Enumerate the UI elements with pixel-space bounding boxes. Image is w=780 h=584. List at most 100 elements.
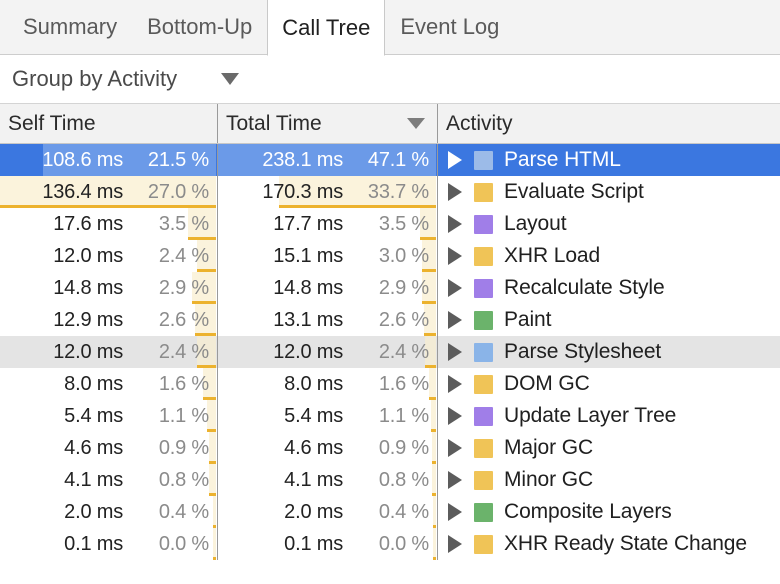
total-time-ms: 170.3 ms (262, 181, 343, 204)
total-time-percent: 2.6 % (343, 309, 429, 332)
self-time-cell: 17.6 ms3.5 % (0, 208, 218, 240)
column-header-activity-label: Activity (446, 112, 513, 136)
self-time-values: 0.1 ms0.0 % (0, 533, 217, 556)
column-header-self-time[interactable]: Self Time (0, 104, 218, 143)
expand-triangle-icon[interactable] (448, 343, 462, 361)
activity-label: Layout (504, 212, 566, 236)
total-time-ms: 238.1 ms (262, 149, 343, 172)
column-header-activity[interactable]: Activity (438, 104, 780, 143)
activity-content: XHR Ready State Change (438, 532, 780, 556)
activity-cell: Minor GC (438, 464, 780, 496)
expand-triangle-icon[interactable] (448, 375, 462, 393)
self-time-ms: 17.6 ms (53, 213, 123, 236)
table-row[interactable]: 136.4 ms27.0 %170.3 ms33.7 %Evaluate Scr… (0, 176, 780, 208)
activity-cell: DOM GC (438, 368, 780, 400)
activity-cell: Major GC (438, 432, 780, 464)
self-time-values: 12.9 ms2.6 % (0, 309, 217, 332)
total-time-values: 4.1 ms0.8 % (218, 469, 437, 492)
total-time-percent: 2.9 % (343, 277, 429, 300)
total-time-percent: 1.6 % (343, 373, 429, 396)
self-time-cell: 12.0 ms2.4 % (0, 240, 218, 272)
total-time-percent: 0.8 % (343, 469, 429, 492)
total-time-cell: 14.8 ms2.9 % (218, 272, 438, 304)
expand-triangle-icon[interactable] (448, 503, 462, 521)
self-time-cell: 136.4 ms27.0 % (0, 176, 218, 208)
tab-event-log[interactable]: Event Log (385, 0, 514, 55)
table-row[interactable]: 12.9 ms2.6 %13.1 ms2.6 %Paint (0, 304, 780, 336)
expand-triangle-icon[interactable] (448, 439, 462, 457)
column-header-total-time[interactable]: Total Time (218, 104, 438, 143)
activity-cell: Evaluate Script (438, 176, 780, 208)
activity-content: Paint (438, 308, 780, 332)
expand-triangle-icon[interactable] (448, 247, 462, 265)
total-time-cell: 12.0 ms2.4 % (218, 336, 438, 368)
total-time-values: 238.1 ms47.1 % (218, 149, 437, 172)
table-row[interactable]: 4.1 ms0.8 %4.1 ms0.8 %Minor GC (0, 464, 780, 496)
self-time-percent: 0.4 % (123, 501, 209, 524)
chevron-down-icon (221, 73, 239, 85)
table-row[interactable]: 14.8 ms2.9 %14.8 ms2.9 %Recalculate Styl… (0, 272, 780, 304)
table-row[interactable]: 2.0 ms0.4 %2.0 ms0.4 %Composite Layers (0, 496, 780, 528)
total-time-cell: 13.1 ms2.6 % (218, 304, 438, 336)
total-time-ms: 5.4 ms (284, 405, 343, 428)
self-time-ms: 12.0 ms (53, 245, 123, 268)
total-time-ms: 8.0 ms (284, 373, 343, 396)
table-header-row: Self Time Total Time Activity (0, 104, 780, 144)
tab-call-tree[interactable]: Call Tree (267, 0, 385, 56)
call-tree-table: Self Time Total Time Activity 108.6 ms21… (0, 104, 780, 560)
loading-color-swatch (474, 343, 493, 362)
tab-bottom-up[interactable]: Bottom-Up (132, 0, 267, 55)
self-time-cell: 8.0 ms1.6 % (0, 368, 218, 400)
expand-triangle-icon[interactable] (448, 279, 462, 297)
self-time-percent: 2.6 % (123, 309, 209, 332)
table-row[interactable]: 5.4 ms1.1 %5.4 ms1.1 %Update Layer Tree (0, 400, 780, 432)
self-time-values: 5.4 ms1.1 % (0, 405, 217, 428)
table-row[interactable]: 12.0 ms2.4 %15.1 ms3.0 %XHR Load (0, 240, 780, 272)
activity-content: Major GC (438, 436, 780, 460)
total-time-ms: 17.7 ms (273, 213, 343, 236)
total-time-values: 13.1 ms2.6 % (218, 309, 437, 332)
expand-triangle-icon[interactable] (448, 151, 462, 169)
loading-color-swatch (474, 151, 493, 170)
tab-summary[interactable]: Summary (8, 0, 132, 55)
table-row[interactable]: 12.0 ms2.4 %12.0 ms2.4 %Parse Stylesheet (0, 336, 780, 368)
total-time-values: 8.0 ms1.6 % (218, 373, 437, 396)
group-by-dropdown[interactable]: Group by Activity (12, 66, 239, 92)
table-row[interactable]: 17.6 ms3.5 % 17.7 ms3.5 % Layout (0, 208, 780, 240)
total-time-cell: 2.0 ms0.4 % (218, 496, 438, 528)
total-time-ms: 13.1 ms (273, 309, 343, 332)
table-row[interactable]: 0.1 ms0.0 %0.1 ms0.0 %XHR Ready State Ch… (0, 528, 780, 560)
table-row[interactable]: 108.6 ms21.5 %238.1 ms47.1 %Parse HTML (0, 144, 780, 176)
expand-triangle-icon[interactable] (448, 311, 462, 329)
self-time-values: 2.0 ms0.4 % (0, 501, 217, 524)
total-time-values: 15.1 ms3.0 % (218, 245, 437, 268)
self-time-cell: 0.1 ms0.0 % (0, 528, 218, 560)
total-time-cell: 8.0 ms1.6 % (218, 368, 438, 400)
table-row[interactable]: 4.6 ms0.9 %4.6 ms0.9 %Major GC (0, 432, 780, 464)
painting-color-swatch (474, 503, 493, 522)
self-time-cell: 12.9 ms2.6 % (0, 304, 218, 336)
self-time-cell: 4.1 ms0.8 % (0, 464, 218, 496)
self-time-percent: 2.4 % (123, 245, 209, 268)
sort-descending-icon (407, 118, 425, 129)
total-time-percent: 1.1 % (343, 405, 429, 428)
expand-triangle-icon[interactable] (448, 215, 462, 233)
activity-content: Layout (438, 212, 780, 236)
total-time-ms: 0.1 ms (284, 533, 343, 556)
total-time-ms: 4.1 ms (284, 469, 343, 492)
expand-triangle-icon[interactable] (448, 471, 462, 489)
table-row[interactable]: 8.0 ms1.6 %8.0 ms1.6 %DOM GC (0, 368, 780, 400)
expand-triangle-icon[interactable] (448, 535, 462, 553)
activity-content: XHR Load (438, 244, 780, 268)
self-time-ms: 8.0 ms (64, 373, 123, 396)
self-time-ms: 108.6 ms (42, 149, 123, 172)
expand-triangle-icon[interactable] (448, 407, 462, 425)
self-time-values: 14.8 ms2.9 % (0, 277, 217, 300)
activity-label: Evaluate Script (504, 180, 644, 204)
expand-triangle-icon[interactable] (448, 183, 462, 201)
painting-color-swatch (474, 311, 493, 330)
total-time-cell: 4.6 ms0.9 % (218, 432, 438, 464)
activity-cell: Layout (438, 208, 780, 240)
total-time-percent: 3.5 % (343, 213, 429, 236)
total-time-ms: 14.8 ms (273, 277, 343, 300)
